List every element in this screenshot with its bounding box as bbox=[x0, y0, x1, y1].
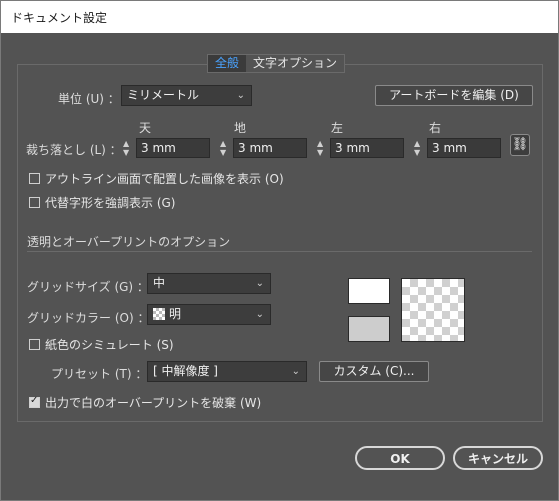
checkerboard-icon bbox=[153, 308, 165, 320]
edit-artboard-button[interactable]: アートボードを編集 (D) bbox=[375, 85, 533, 106]
discard-white-overprint-label: 出力で白のオーバープリントを破棄 (W) bbox=[45, 396, 262, 410]
tab-bar: 全般 文字オプション bbox=[207, 54, 346, 73]
bleed-left-field[interactable]: ▲ ▼ bbox=[316, 138, 404, 158]
bleed-top-input[interactable] bbox=[136, 138, 210, 158]
grid-color-label: グリッドカラー (O) ： bbox=[27, 311, 150, 325]
bleed-right-label: 右 bbox=[429, 121, 442, 135]
checkbox-box[interactable] bbox=[29, 173, 40, 184]
chevron-down-icon: ⌄ bbox=[255, 309, 264, 320]
tab-general[interactable]: 全般 bbox=[208, 55, 247, 72]
simulate-paper-checkbox[interactable]: 紙色のシミュレート (S) bbox=[29, 336, 174, 353]
discard-white-overprint-checkbox[interactable]: 出力で白のオーバープリントを破棄 (W) bbox=[29, 394, 261, 411]
transparency-section-title: 透明とオーバープリントのオプション bbox=[27, 235, 231, 249]
bleed-left-input[interactable] bbox=[330, 138, 404, 158]
chevron-down-icon: ⌄ bbox=[236, 90, 245, 101]
highlight-glyphs-checkbox[interactable]: 代替字形を強調表示 (G) bbox=[29, 194, 175, 211]
preset-label: プリセット (T) ： bbox=[51, 367, 148, 381]
preset-select[interactable]: [ 中解像度 ] ⌄ bbox=[147, 361, 307, 382]
grid-color-select[interactable]: 明 ⌄ bbox=[147, 304, 271, 325]
checkbox-box[interactable] bbox=[29, 395, 40, 408]
bleed-bottom-input[interactable] bbox=[233, 138, 307, 158]
bleed-top-field[interactable]: ▲ ▼ bbox=[122, 138, 210, 158]
stepper-icon[interactable]: ▲ ▼ bbox=[316, 138, 328, 158]
units-label: 単位 (U) ： bbox=[58, 92, 120, 106]
custom-button[interactable]: カスタム (C)... bbox=[319, 361, 429, 382]
section-divider bbox=[27, 251, 532, 252]
chevron-down-icon: ⌄ bbox=[291, 366, 300, 377]
stepper-icon[interactable]: ▲ ▼ bbox=[413, 138, 425, 158]
stepper-icon[interactable]: ▲ ▼ bbox=[122, 138, 134, 158]
chevron-down-icon: ⌄ bbox=[255, 278, 264, 289]
bleed-left-label: 左 bbox=[331, 121, 344, 135]
simulate-paper-label: 紙色のシミュレート (S) bbox=[45, 338, 174, 352]
grid-size-select[interactable]: 中 ⌄ bbox=[147, 273, 271, 294]
units-select[interactable]: ミリメートル ⌄ bbox=[121, 85, 252, 106]
transparency-grid-preview bbox=[401, 278, 465, 342]
paper-color-swatch[interactable] bbox=[348, 278, 390, 304]
outline-images-checkbox[interactable]: アウトライン画面で配置した画像を表示 (O) bbox=[29, 170, 284, 187]
bleed-right-input[interactable] bbox=[427, 138, 501, 158]
bleed-right-field[interactable]: ▲ ▼ bbox=[413, 138, 501, 158]
grid-size-value: 中 bbox=[153, 276, 166, 290]
title-bar: ドキュメント設定 bbox=[1, 1, 558, 33]
bleed-bottom-label: 地 bbox=[234, 121, 247, 135]
window-title: ドキュメント設定 bbox=[11, 11, 108, 25]
tab-type-options[interactable]: 文字オプション bbox=[246, 55, 344, 72]
bleed-top-label: 天 bbox=[139, 121, 152, 135]
checkbox-box[interactable] bbox=[29, 197, 40, 208]
document-setup-dialog: ドキュメント設定 全般 文字オプション 単位 (U) ： ミリメートル ⌄ アー… bbox=[0, 0, 559, 501]
highlight-glyphs-label: 代替字形を強調表示 (G) bbox=[45, 196, 176, 210]
preset-value: [ 中解像度 ] bbox=[153, 364, 218, 378]
cancel-button[interactable]: キャンセル bbox=[453, 446, 543, 470]
outline-images-label: アウトライン画面で配置した画像を表示 (O) bbox=[45, 172, 284, 186]
grid-color-swatch[interactable] bbox=[348, 316, 390, 342]
bleed-label: 裁ち落とし (L) ： bbox=[26, 143, 122, 157]
units-value: ミリメートル bbox=[127, 88, 200, 102]
grid-size-label: グリッドサイズ (G) ： bbox=[27, 280, 149, 294]
checkbox-box[interactable] bbox=[29, 339, 40, 350]
chain-link-icon[interactable]: ⛓ bbox=[510, 134, 530, 156]
bleed-bottom-field[interactable]: ▲ ▼ bbox=[219, 138, 307, 158]
grid-color-value: 明 bbox=[169, 307, 182, 321]
ok-button[interactable]: OK bbox=[355, 446, 445, 470]
stepper-icon[interactable]: ▲ ▼ bbox=[219, 138, 231, 158]
